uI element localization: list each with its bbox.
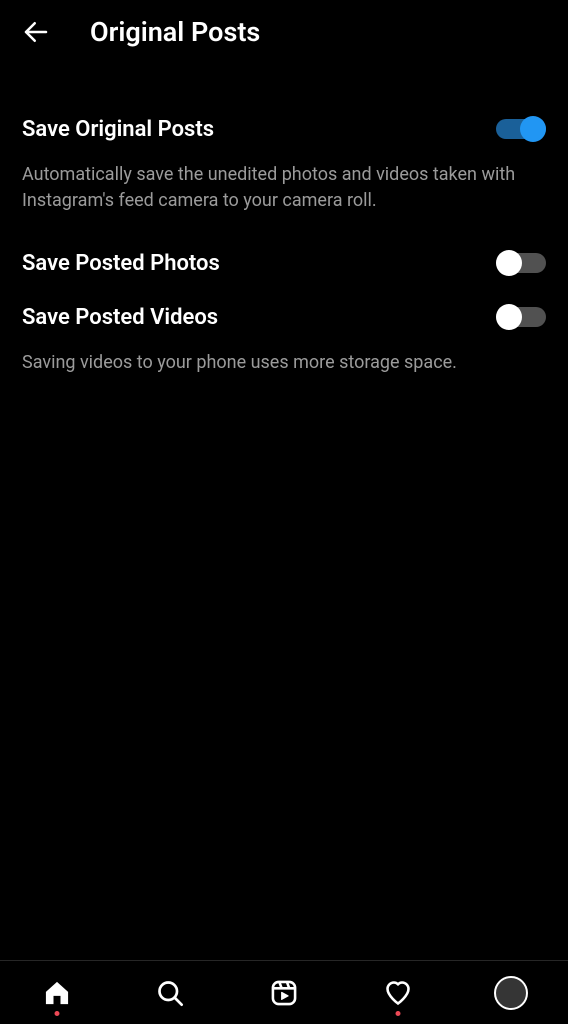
- page-title: Original Posts: [90, 16, 260, 48]
- settings-content: Save Original Posts Automatically save t…: [0, 64, 568, 398]
- arrow-left-icon: [21, 17, 51, 47]
- save-posted-photos-row: Save Posted Photos: [22, 236, 546, 290]
- nav-search[interactable]: [146, 969, 194, 1017]
- save-posted-videos-description: Saving videos to your phone uses more st…: [22, 344, 546, 398]
- save-posted-videos-row: Save Posted Videos: [22, 290, 546, 344]
- nav-activity-notification-dot: [395, 1011, 400, 1016]
- header-bar: Original Posts: [0, 0, 568, 64]
- save-posted-photos-label: Save Posted Photos: [22, 251, 220, 276]
- nav-home-notification-dot: [54, 1011, 59, 1016]
- save-posted-photos-toggle[interactable]: [496, 250, 546, 276]
- bottom-nav: [0, 960, 568, 1024]
- back-button[interactable]: [12, 8, 60, 56]
- save-original-posts-row: Save Original Posts: [22, 102, 546, 156]
- nav-reels[interactable]: [260, 969, 308, 1017]
- reels-icon: [270, 979, 298, 1007]
- save-posted-videos-toggle[interactable]: [496, 304, 546, 330]
- search-icon: [156, 979, 184, 1007]
- save-original-posts-label: Save Original Posts: [22, 117, 214, 142]
- profile-avatar-icon: [494, 976, 528, 1010]
- nav-activity[interactable]: [374, 969, 422, 1017]
- home-icon: [43, 979, 71, 1007]
- save-posted-videos-label: Save Posted Videos: [22, 305, 218, 330]
- nav-profile[interactable]: [487, 969, 535, 1017]
- save-original-posts-toggle[interactable]: [496, 116, 546, 142]
- heart-icon: [384, 979, 412, 1007]
- save-original-posts-description: Automatically save the unedited photos a…: [22, 156, 546, 236]
- nav-home[interactable]: [33, 969, 81, 1017]
